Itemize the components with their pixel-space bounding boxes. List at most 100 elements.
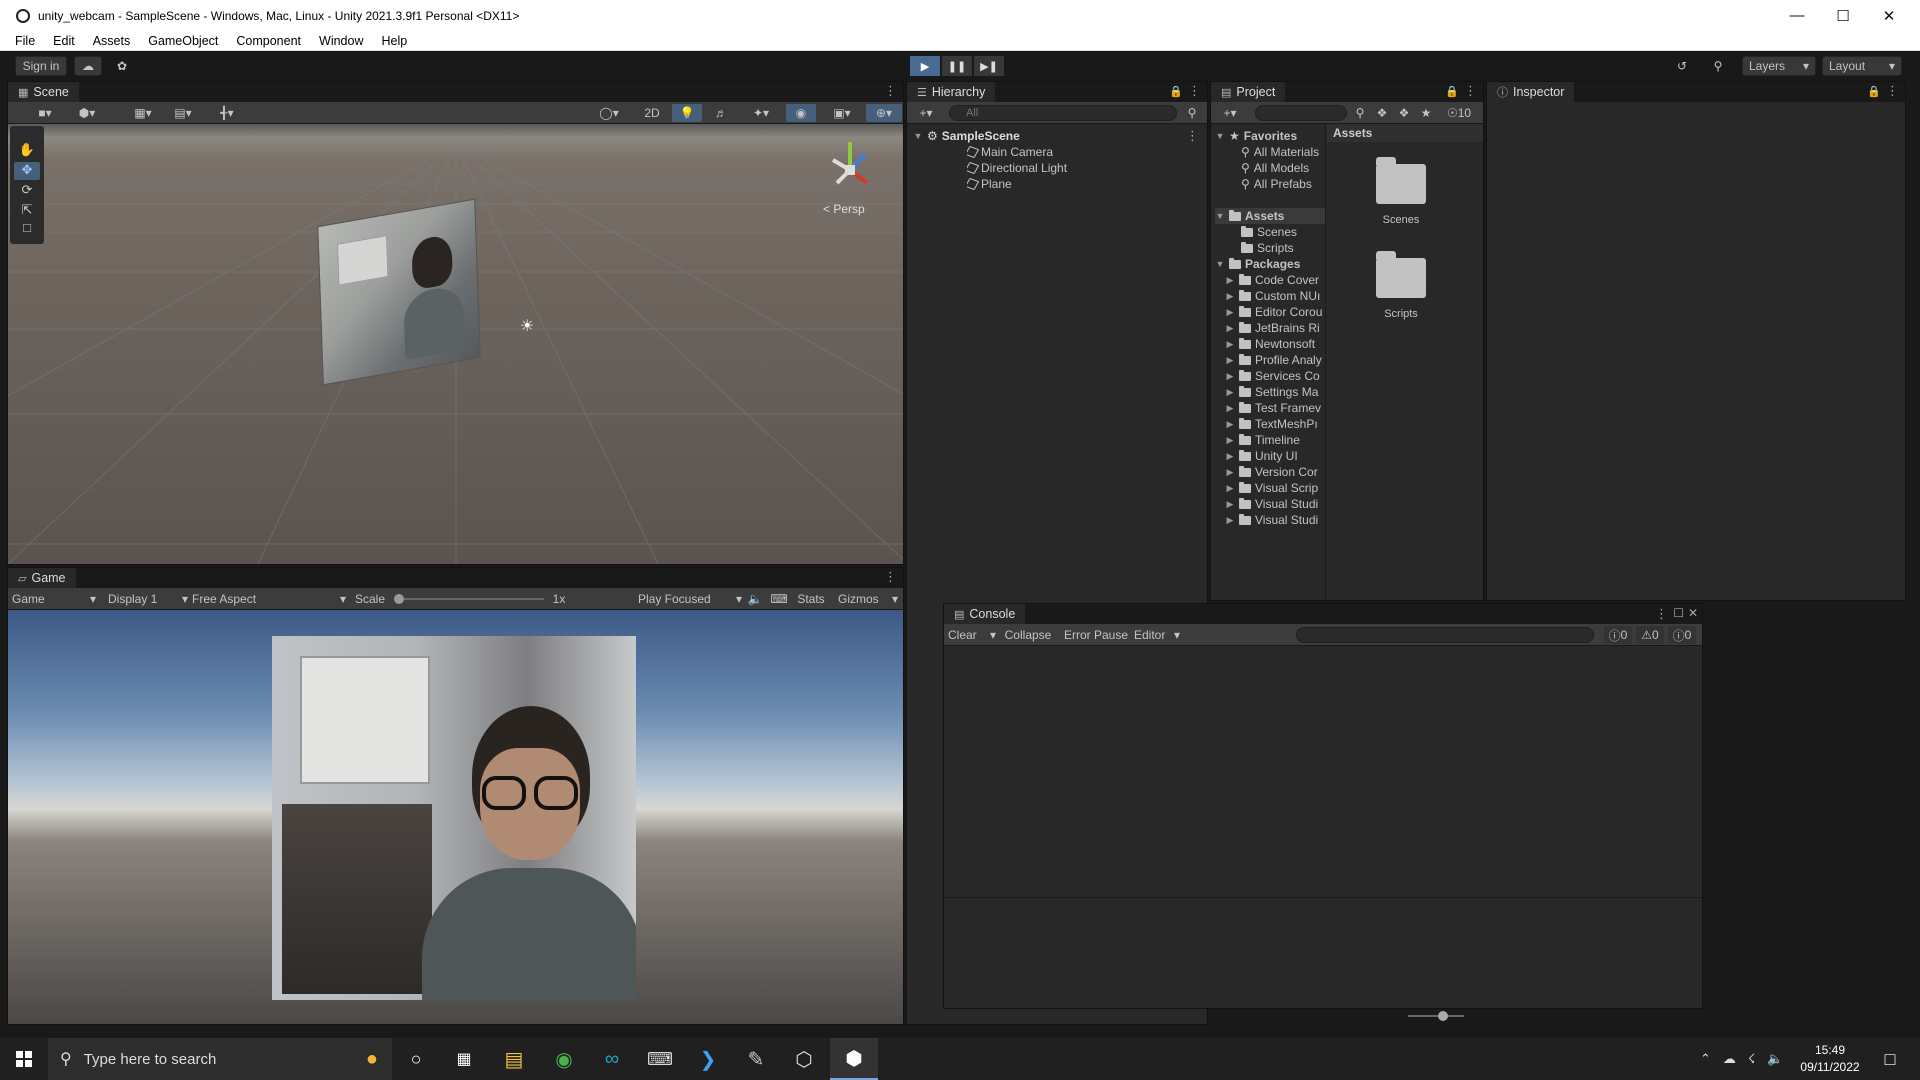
pause-button[interactable]: ❚❚: [942, 56, 972, 76]
menu-help[interactable]: Help: [381, 34, 407, 48]
list-item[interactable]: ▶ JetBrains Ri: [1225, 320, 1325, 336]
list-item[interactable]: ▶ Version Cor: [1225, 464, 1325, 480]
terminal-icon[interactable]: ⌨: [636, 1038, 684, 1080]
menu-assets[interactable]: Assets: [93, 34, 131, 48]
tab-hierarchy[interactable]: ☰ Hierarchy: [907, 82, 996, 102]
asset-tile[interactable]: Scripts: [1361, 251, 1441, 320]
gizmos-dropdown[interactable]: Gizmos ▾: [834, 590, 898, 608]
kebab-menu-icon[interactable]: ⋮: [1186, 128, 1199, 144]
asset-tile[interactable]: Scenes: [1361, 157, 1441, 226]
arduino-icon[interactable]: ∞: [588, 1038, 636, 1080]
orientation-gizmo[interactable]: [803, 130, 893, 200]
play-button[interactable]: ▶: [910, 56, 940, 76]
expand-arrow-icon[interactable]: ▶: [1225, 307, 1235, 318]
search-icon[interactable]: ⚲: [1706, 56, 1730, 76]
expand-arrow-icon[interactable]: ▶: [1225, 435, 1235, 446]
minimize-button[interactable]: —: [1774, 0, 1820, 31]
list-item[interactable]: ▶ Settings Ma: [1225, 384, 1325, 400]
draw-mode-icon[interactable]: ■▾: [28, 104, 62, 122]
2d-toggle-button[interactable]: 2D: [638, 104, 666, 122]
list-item[interactable]: ⚲ All Materials: [1241, 144, 1325, 160]
list-item[interactable]: ▶ Profile Analy: [1225, 352, 1325, 368]
audio-toggle-icon[interactable]: ♬: [708, 104, 734, 122]
tab-inspector[interactable]: ⓘ Inspector: [1487, 82, 1575, 102]
list-item[interactable]: ▶ Visual Scrip: [1225, 480, 1325, 496]
scene-root-row[interactable]: ▼ ⚙ SampleScene: [913, 128, 1203, 144]
expand-arrow-icon[interactable]: ▶: [1225, 371, 1235, 382]
console-search-input[interactable]: [1296, 627, 1594, 643]
list-item[interactable]: ▶ Code Cover: [1225, 272, 1325, 288]
shading-cube-icon[interactable]: ⬢▾: [70, 104, 104, 122]
ruler-icon[interactable]: ╉▾: [210, 104, 244, 122]
perspective-label[interactable]: < Persp: [823, 202, 865, 216]
layout-dropdown[interactable]: Layout ▾: [1822, 56, 1902, 76]
taskbar-search-input[interactable]: ⚲ Type here to search ●: [48, 1038, 392, 1080]
history-icon[interactable]: ↺: [1670, 56, 1694, 76]
list-item[interactable]: ⚲ All Prefabs: [1241, 176, 1325, 192]
visibility-icon[interactable]: ◉: [786, 104, 816, 122]
expand-arrow-icon[interactable]: ▶: [1225, 355, 1235, 366]
windows-start-icon[interactable]: [0, 1038, 48, 1080]
effects-icon[interactable]: ✦▾: [744, 104, 778, 122]
unity-hub-icon[interactable]: ⬡: [780, 1038, 828, 1080]
expand-arrow-icon[interactable]: ▶: [1225, 339, 1235, 350]
tab-game[interactable]: ▱ Game: [8, 568, 76, 588]
hierarchy-search-input[interactable]: All: [949, 105, 1177, 121]
editor-dropdown[interactable]: Editor ▾: [1134, 626, 1180, 644]
list-item[interactable]: ▶ Timeline: [1225, 432, 1325, 448]
list-item[interactable]: ▶ TextMeshPı: [1225, 416, 1325, 432]
star-icon[interactable]: ★: [1417, 104, 1435, 122]
expand-arrow-icon[interactable]: ▶: [1225, 467, 1235, 478]
zoom-slider[interactable]: [1408, 1011, 1464, 1021]
list-item[interactable]: ▶ Editor Corou: [1225, 304, 1325, 320]
tab-console[interactable]: ▤ Console: [944, 604, 1026, 624]
expand-arrow-icon[interactable]: ▶: [1225, 483, 1235, 494]
collapse-button[interactable]: Collapse: [1002, 626, 1054, 644]
favorites-row[interactable]: ▼ ★ Favorites: [1215, 128, 1298, 144]
scale-slider[interactable]: [394, 594, 544, 604]
lock-icon[interactable]: 🔒: [1445, 85, 1459, 98]
clock[interactable]: 15:49 09/11/2022: [1790, 1042, 1870, 1076]
close-window-button[interactable]: ✕: [1866, 0, 1912, 31]
maximize-button[interactable]: ☐: [1820, 0, 1866, 31]
list-item[interactable]: Directional Light: [967, 160, 1067, 176]
chrome-icon[interactable]: ◉: [540, 1038, 588, 1080]
list-item[interactable]: ▶ Visual Studi: [1225, 496, 1325, 512]
play-focused-dropdown[interactable]: Play Focused ▾: [634, 590, 742, 608]
webcam-plane[interactable]: [317, 198, 481, 386]
list-item[interactable]: ▶ Visual Studi: [1225, 512, 1325, 528]
kebab-menu-icon[interactable]: ⋮: [1655, 606, 1668, 622]
expand-arrow-icon[interactable]: ▼: [1215, 211, 1225, 221]
lock-icon[interactable]: 🔒: [1169, 85, 1183, 98]
add-plus-icon[interactable]: +▾: [1217, 104, 1243, 122]
expand-arrow-icon[interactable]: ▶: [1225, 451, 1235, 462]
increment-snap-icon[interactable]: ▤▾: [168, 104, 198, 122]
expand-arrow-icon[interactable]: ▶: [1225, 275, 1235, 286]
search-by-type-icon[interactable]: ⚲: [1351, 104, 1369, 122]
list-item[interactable]: ▶ Custom NUı: [1225, 288, 1325, 304]
game-mode-dropdown[interactable]: Game ▾: [12, 590, 96, 608]
expand-arrow-icon[interactable]: ▶: [1225, 387, 1235, 398]
menu-edit[interactable]: Edit: [53, 34, 75, 48]
scale-tool-icon[interactable]: ⇱: [14, 202, 40, 220]
menu-window[interactable]: Window: [319, 34, 363, 48]
vscode-icon[interactable]: ❯: [684, 1038, 732, 1080]
search-options-icon[interactable]: ⚲: [1183, 104, 1201, 122]
list-item[interactable]: Main Camera: [967, 144, 1053, 160]
expand-arrow-icon[interactable]: ▼: [1215, 259, 1225, 269]
gizmos-toggle-icon[interactable]: ⊕▾: [866, 104, 902, 122]
error-pause-button[interactable]: Error Pause: [1062, 626, 1130, 644]
notifications-icon[interactable]: □: [1866, 1038, 1914, 1080]
error-toggle[interactable]: ⓘ 0: [1668, 626, 1696, 644]
expand-arrow-icon[interactable]: ▼: [1215, 131, 1225, 141]
maximize-icon[interactable]: ☐: [1673, 606, 1684, 620]
warning-toggle[interactable]: ⚠ 0: [1636, 626, 1664, 644]
zoom-slider-thumb[interactable]: [1438, 1011, 1448, 1021]
lock-icon[interactable]: 🔒: [1867, 85, 1881, 98]
tab-scene[interactable]: ▦ Scene: [8, 82, 79, 102]
layers-dropdown[interactable]: Layers ▾: [1742, 56, 1816, 76]
rotate-tool-icon[interactable]: ⟳: [14, 182, 40, 200]
search-by-label-icon[interactable]: ❖: [1373, 104, 1391, 122]
list-item[interactable]: Scenes: [1241, 224, 1297, 240]
lighting-toggle-icon[interactable]: 💡: [672, 104, 702, 122]
